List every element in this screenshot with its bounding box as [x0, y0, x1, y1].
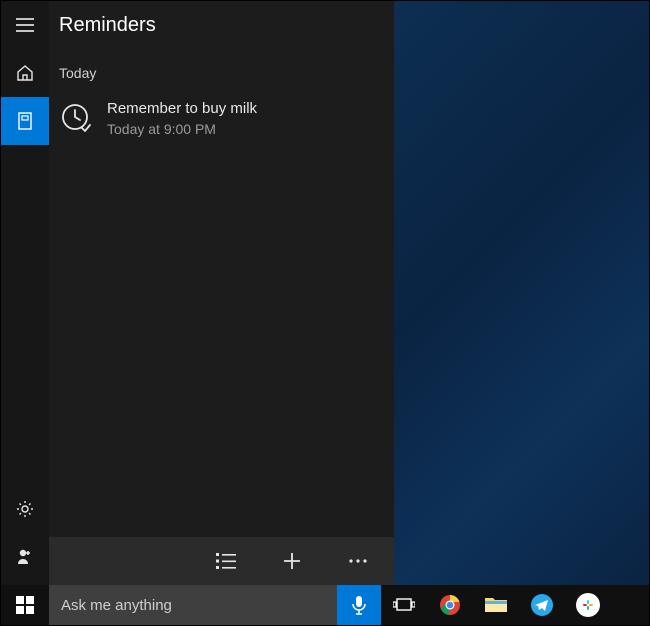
menu-icon — [16, 18, 34, 32]
desktop-wallpaper — [394, 1, 649, 586]
start-button[interactable] — [1, 585, 49, 625]
chrome-icon — [438, 593, 462, 617]
microphone-button[interactable] — [337, 585, 381, 625]
notebook-icon — [16, 111, 34, 131]
cortana-panel: Reminders Today Remember to buy milk Tod… — [1, 1, 394, 585]
taskbar-app-slack[interactable] — [565, 585, 611, 625]
more-button[interactable] — [338, 541, 378, 581]
section-today-label: Today — [49, 49, 394, 95]
reminder-time: Today at 9:00 PM — [107, 120, 257, 138]
cortana-search-box[interactable]: Ask me anything — [49, 585, 381, 625]
search-placeholder: Ask me anything — [61, 597, 337, 614]
rail-settings-button[interactable] — [1, 485, 49, 533]
bottom-action-bar — [49, 537, 394, 585]
plus-icon — [282, 551, 302, 571]
list-view-button[interactable] — [206, 541, 246, 581]
hamburger-button[interactable] — [1, 1, 49, 49]
reminder-title: Remember to buy milk — [107, 99, 257, 119]
add-reminder-button[interactable] — [272, 541, 312, 581]
content-area: Reminders Today Remember to buy milk Tod… — [49, 1, 394, 585]
microphone-icon — [352, 595, 366, 615]
slack-icon — [576, 593, 600, 617]
taskbar-app-file-explorer[interactable] — [473, 585, 519, 625]
page-title: Reminders — [59, 14, 156, 37]
list-icon — [216, 552, 236, 570]
taskbar-icons — [381, 585, 611, 625]
gear-icon — [15, 499, 35, 519]
panel-header: Reminders — [49, 1, 394, 49]
windows-icon — [16, 596, 34, 614]
telegram-icon — [530, 593, 554, 617]
file-explorer-icon — [484, 593, 508, 617]
task-view-button[interactable] — [381, 585, 427, 625]
reminder-item[interactable]: Remember to buy milk Today at 9:00 PM — [49, 95, 394, 146]
rail-notebook-button[interactable] — [1, 97, 49, 145]
task-view-icon — [393, 596, 415, 614]
taskbar: Ask me anything — [1, 585, 649, 625]
rail-home-button[interactable] — [1, 49, 49, 97]
rail-feedback-button[interactable] — [1, 533, 49, 581]
taskbar-app-telegram[interactable] — [519, 585, 565, 625]
clock-reminder-icon — [59, 101, 93, 135]
taskbar-app-chrome[interactable] — [427, 585, 473, 625]
home-icon — [15, 63, 35, 83]
top-accent-line — [0, 0, 650, 1]
more-icon — [348, 558, 368, 564]
feedback-icon — [15, 547, 35, 567]
left-rail — [1, 1, 49, 585]
